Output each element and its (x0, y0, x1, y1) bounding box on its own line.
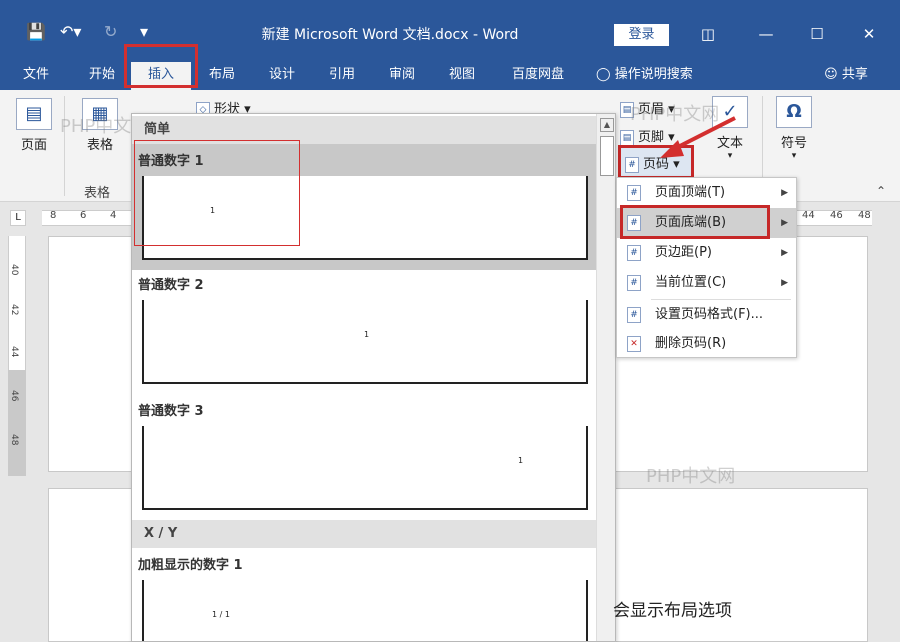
menu-item-remove-page-numbers[interactable]: ✕ 删除页码(R) (617, 329, 796, 359)
collapse-ribbon-icon[interactable]: ⌃ (876, 184, 886, 198)
gallery-item-plain-number-1[interactable]: 1 (142, 176, 588, 260)
menu-item-label: 页面顶端(T) (655, 185, 726, 200)
page-number-preview: 1 (210, 206, 216, 215)
title-bar: 💾 ↶▾ ↻ ▾ 新建 Microsoft Word 文档.docx - Wor… (0, 0, 900, 60)
vruler-number: 48 (9, 434, 19, 446)
page-number-gallery: 简单 普通数字 1 1 普通数字 2 1 普通数字 3 1 X / Y 加粗显示… (131, 113, 616, 642)
pages-button[interactable]: ▤ 页面 (12, 98, 56, 153)
tab-home[interactable]: 开始 (74, 64, 130, 88)
page-margin-icon: # (627, 245, 641, 261)
current-position-icon: # (627, 275, 641, 291)
table-group-label: 表格 (84, 186, 111, 201)
footer-label: 页脚 (638, 130, 665, 145)
ribbon-display-icon[interactable]: ◫ (686, 20, 730, 48)
vruler-number: 46 (9, 390, 19, 402)
gallery-scrollbar[interactable]: ▲ (596, 114, 615, 641)
scroll-up-icon[interactable]: ▲ (600, 118, 614, 132)
omega-icon: Ω (776, 96, 812, 128)
menu-item-current-position[interactable]: # 当前位置(C) ▶ (617, 268, 796, 298)
tab-references[interactable]: 引用 (316, 64, 368, 88)
close-icon[interactable]: ✕ (847, 20, 891, 48)
footer-icon: ▤ (620, 129, 634, 146)
text-label: 文本 (716, 136, 743, 151)
menu-item-label: 页边距(P) (655, 245, 712, 260)
menu-item-label: 当前位置(C) (655, 275, 727, 290)
tab-review[interactable]: 审阅 (376, 64, 428, 88)
person-icon: ☺ (824, 67, 838, 82)
remove-page-number-icon: ✕ (627, 336, 641, 352)
help-search[interactable]: ◯ 操作说明搜索 (596, 64, 726, 88)
vertical-ruler-margin (8, 370, 26, 476)
format-page-number-icon: # (627, 307, 641, 323)
ruler-number: 48 (858, 210, 871, 221)
login-button[interactable]: 登录 (614, 24, 669, 46)
tab-view[interactable]: 视图 (436, 64, 488, 88)
page-number-label: 页码 (643, 157, 670, 172)
menu-item-top-of-page[interactable]: # 页面顶端(T) ▶ (617, 178, 796, 208)
menu-item-label: 删除页码(R) (655, 336, 727, 351)
gallery-item-label: 普通数字 3 (138, 404, 204, 419)
page-number-icon: # (625, 156, 639, 173)
submenu-arrow-icon: ▶ (781, 188, 788, 198)
ruler-number: 46 (830, 210, 843, 221)
footer-button[interactable]: ▤ 页脚 ▾ (620, 126, 675, 146)
lightbulb-icon: ◯ (596, 67, 611, 82)
chevron-down-icon: ▾ (727, 151, 733, 161)
page-number-menu: # 页面顶端(T) ▶ # 页面底端(B) ▶ # 页边距(P) ▶ # 当前位… (616, 177, 797, 358)
page-icon: ▤ (16, 98, 52, 130)
menu-item-format-page-numbers[interactable]: # 设置页码格式(F)... (617, 300, 796, 330)
page-number-preview: 1 / 1 (212, 610, 230, 619)
pages-label: 页面 (20, 138, 47, 153)
share-label: 共享 (841, 67, 868, 82)
page-number-button[interactable]: # 页码 ▾ (618, 145, 694, 179)
ruler-number: 44 (802, 210, 815, 221)
ruler-number: 8 (50, 210, 57, 221)
scrollbar-thumb[interactable] (600, 136, 614, 176)
tab-selector-icon[interactable]: L (10, 210, 26, 226)
share-button[interactable]: ☺ 共享 (814, 64, 878, 88)
gallery-item-bold-number-1[interactable]: 1 / 1 (142, 580, 588, 641)
page-number-preview: 1 (364, 330, 370, 339)
gallery-item-label: 普通数字 1 (138, 154, 204, 169)
gallery-section-header: 简单 (132, 116, 596, 144)
vruler-number: 44 (9, 346, 19, 358)
vruler-number: 40 (9, 264, 19, 276)
symbol-button[interactable]: Ω 符号 ▾ (770, 96, 818, 161)
ruler-number: 4 (110, 210, 117, 221)
vruler-number: 42 (9, 304, 19, 316)
menu-item-label: 页面底端(B) (655, 215, 727, 230)
tab-layout[interactable]: 布局 (196, 64, 248, 88)
symbol-label: 符号 (780, 136, 807, 151)
help-search-label: 操作说明搜索 (614, 67, 693, 82)
gallery-item-plain-number-2[interactable]: 1 (142, 300, 588, 384)
menu-item-bottom-of-page[interactable]: # 页面底端(B) ▶ (617, 208, 796, 238)
gallery-section-header: X / Y (132, 520, 596, 548)
ruler-number: 6 (80, 210, 87, 221)
gallery-item-label: 加粗显示的数字 1 (138, 558, 243, 573)
tab-file[interactable]: 文件 (8, 64, 64, 88)
gallery-item-plain-number-3[interactable]: 1 (142, 426, 588, 510)
chevron-down-icon: ▾ (791, 151, 797, 161)
ribbon-separator (64, 96, 65, 196)
tab-design[interactable]: 设计 (256, 64, 308, 88)
menu-item-label: 设置页码格式(F)... (655, 307, 764, 322)
tab-baidu-netdisk[interactable]: 百度网盘 (502, 64, 574, 88)
maximize-icon[interactable]: ☐ (795, 20, 839, 48)
page-top-icon: # (627, 185, 641, 201)
page-bottom-icon: # (627, 215, 641, 231)
gallery-item-label: 普通数字 2 (138, 278, 204, 293)
table-label: 表格 (86, 138, 113, 153)
submenu-arrow-icon: ▶ (781, 278, 788, 288)
menu-item-page-margins[interactable]: # 页边距(P) ▶ (617, 238, 796, 268)
watermark: PHP中文网 (630, 104, 720, 125)
submenu-arrow-icon: ▶ (781, 218, 788, 228)
page-number-preview: 1 (518, 456, 524, 465)
submenu-arrow-icon: ▶ (781, 248, 788, 258)
minimize-icon[interactable]: — (744, 20, 788, 48)
document-text: 会显示布局选项 (613, 601, 732, 621)
tab-insert[interactable]: 插入 (131, 62, 191, 90)
watermark: PHP中文网 (646, 466, 736, 487)
ribbon-tabs: 文件 开始 插入 布局 设计 引用 审阅 视图 百度网盘 ◯ 操作说明搜索 ☺ … (0, 60, 900, 90)
